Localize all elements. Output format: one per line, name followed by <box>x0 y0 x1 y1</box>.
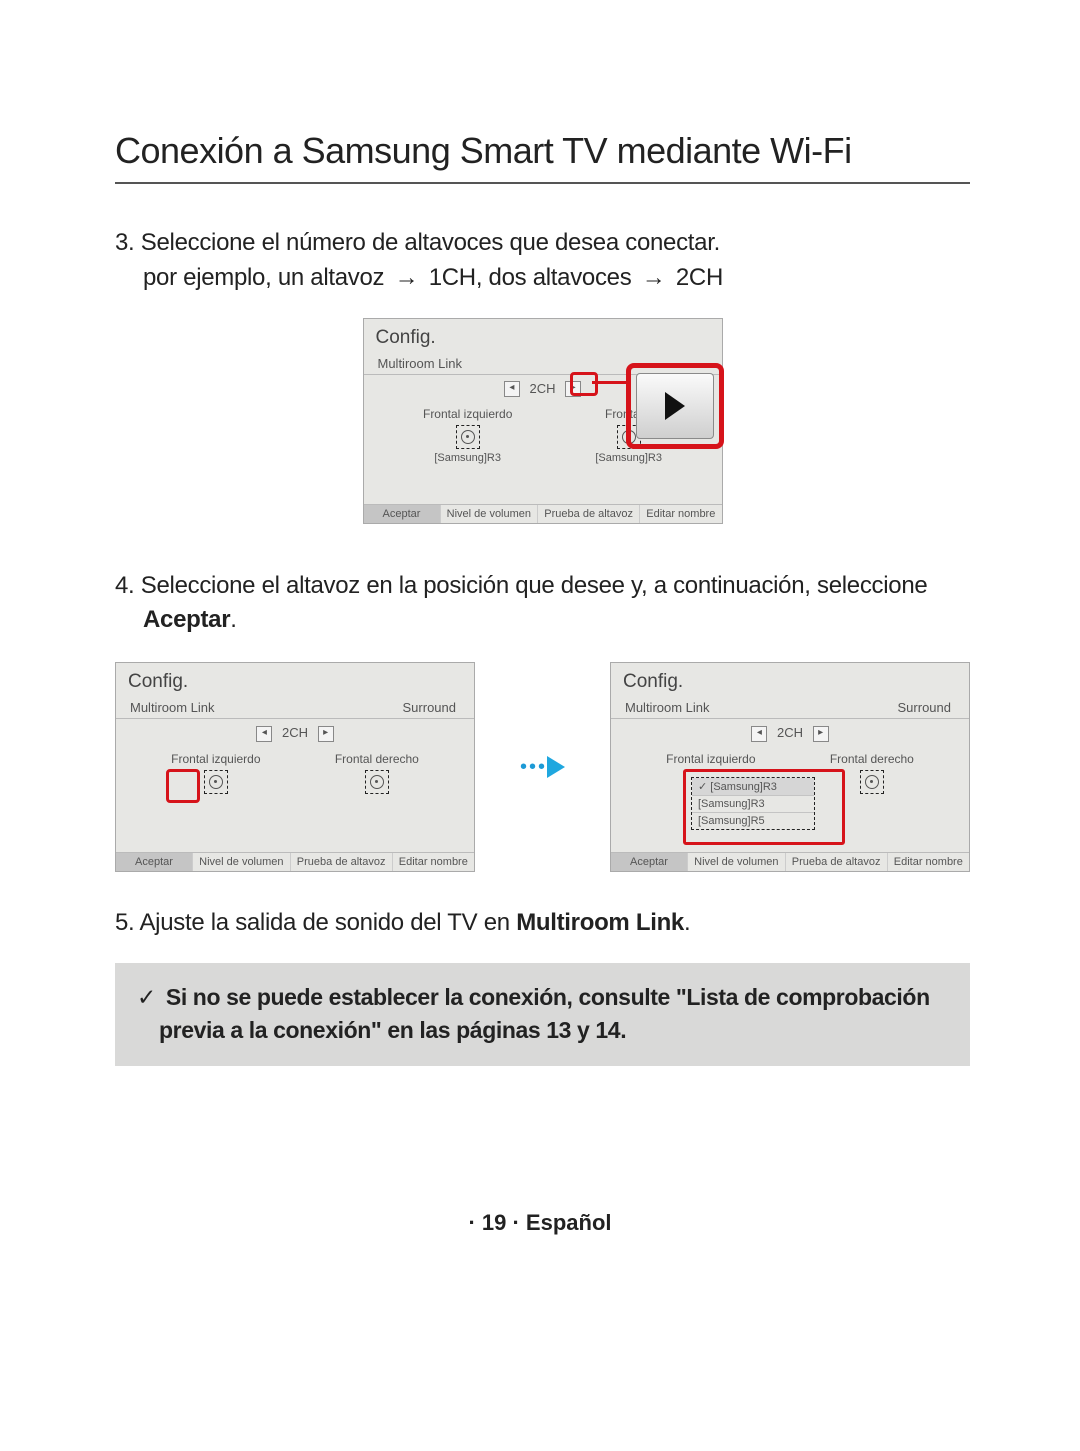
speaker-right-label: Frontal derecho <box>335 752 419 766</box>
ch-right-button[interactable]: ▸ <box>813 726 829 742</box>
speaker-left-label: Frontal izquierdo <box>666 752 755 766</box>
footer-prueba[interactable]: Prueba de altavoz <box>786 853 888 871</box>
ch-left-button[interactable]: ◂ <box>751 726 767 742</box>
ch-value: 2CH <box>777 725 803 740</box>
ch-left-button[interactable]: ◂ <box>256 726 272 742</box>
ch-left-button[interactable]: ◂ <box>504 381 520 397</box>
footer-editar[interactable]: Editar nombre <box>888 853 969 871</box>
footer-prueba[interactable]: Prueba de altavoz <box>291 853 393 871</box>
config-screenshot-2b: Config. Multiroom Link Surround ◂ 2CH ▸ … <box>610 662 970 872</box>
ch-value: 2CH <box>282 725 308 740</box>
highlight-play-button <box>626 363 724 449</box>
step-3-ch1: 1CH, dos altavoces <box>429 264 632 291</box>
config-screenshot-2a: Config. Multiroom Link Surround ◂ 2CH ▸ … <box>115 662 475 872</box>
multiroom-link-label: Multiroom Link <box>378 356 463 371</box>
surround-label: Surround <box>898 700 951 715</box>
footer-editar[interactable]: Editar nombre <box>640 505 721 523</box>
highlight-connector <box>592 381 628 384</box>
step-4-text: Seleccione el altavoz en la posición que… <box>141 572 928 599</box>
ch-right-button[interactable]: ▸ <box>318 726 334 742</box>
page-title: Conexión a Samsung Smart TV mediante Wi-… <box>115 130 970 184</box>
step-5-dot: . <box>684 909 690 936</box>
config-footer-bar: Aceptar Nivel de volumen Prueba de altav… <box>364 504 722 523</box>
footer-nivel[interactable]: Nivel de volumen <box>688 853 786 871</box>
step-4-dot: . <box>230 606 236 633</box>
note-text: Si no se puede establecer la conexión, c… <box>159 984 930 1043</box>
config-footer-bar: Aceptar Nivel de volumen Prueba de altav… <box>116 852 474 871</box>
speaker-icon[interactable] <box>860 770 884 794</box>
step-5-number: 5. <box>115 909 134 936</box>
footer-aceptar[interactable]: Aceptar <box>116 853 193 871</box>
step-4-number: 4. <box>115 572 134 599</box>
footer-prueba[interactable]: Prueba de altavoz <box>538 505 640 523</box>
arrow-icon: → <box>642 264 666 291</box>
config-title: Config. <box>116 663 474 698</box>
multiroom-link-label: Multiroom Link <box>130 700 215 715</box>
speaker-icon[interactable] <box>365 770 389 794</box>
check-icon: ✓ <box>137 984 156 1010</box>
speaker-left-model: [Samsung]R3 <box>423 452 512 464</box>
footer-aceptar[interactable]: Aceptar <box>364 505 441 523</box>
highlight-speaker-left <box>166 769 200 803</box>
step-4-accept: Aceptar <box>143 606 230 633</box>
chevron-right-icon <box>547 756 565 778</box>
footer-nivel[interactable]: Nivel de volumen <box>193 853 291 871</box>
multiroom-link-label: Multiroom Link <box>625 700 710 715</box>
config-screenshot-1: Config. Multiroom Link ◂ 2CH ▸ Frontal i… <box>363 318 723 524</box>
speaker-right-model: [Samsung]R3 <box>595 452 662 464</box>
note-box: ✓ Si no se puede establecer la conexión,… <box>115 963 970 1066</box>
footer-nivel[interactable]: Nivel de volumen <box>441 505 539 523</box>
step-5: 5. Ajuste la salida de sonido del TV en … <box>115 906 970 941</box>
speaker-left-label: Frontal izquierdo <box>423 407 512 421</box>
step-4: 4. Seleccione el altavoz en la posición … <box>115 569 970 639</box>
config-footer-bar: Aceptar Nivel de volumen Prueba de altav… <box>611 852 969 871</box>
step-3-example-pre: por ejemplo, un altavoz <box>143 264 384 291</box>
speaker-right-label: Frontal derecho <box>830 752 914 766</box>
speaker-icon[interactable] <box>456 425 480 449</box>
highlight-dropdown <box>683 769 845 845</box>
page-footer: · 19 · Español <box>0 1210 1080 1236</box>
surround-label: Surround <box>403 700 456 715</box>
step-3-number: 3. <box>115 229 134 256</box>
speaker-left-label: Frontal izquierdo <box>171 752 260 766</box>
play-icon <box>665 392 685 420</box>
step-3-lead: Seleccione el número de altavoces que de… <box>141 229 720 256</box>
ch-value: 2CH <box>529 381 555 396</box>
arrow-icon: → <box>395 264 419 291</box>
config-title: Config. <box>364 319 722 354</box>
speaker-icon[interactable] <box>204 770 228 794</box>
step-3-ch2: 2CH <box>676 264 723 291</box>
footer-editar[interactable]: Editar nombre <box>393 853 474 871</box>
play-button[interactable] <box>636 373 714 439</box>
step-3: 3. Seleccione el número de altavoces que… <box>115 226 970 296</box>
step-5-multiroom: Multiroom Link <box>516 909 684 936</box>
progress-arrow: ••• <box>513 756 573 779</box>
highlight-small <box>570 372 598 396</box>
footer-aceptar[interactable]: Aceptar <box>611 853 688 871</box>
step-5-text: Ajuste la salida de sonido del TV en <box>139 909 509 936</box>
config-title: Config. <box>611 663 969 698</box>
